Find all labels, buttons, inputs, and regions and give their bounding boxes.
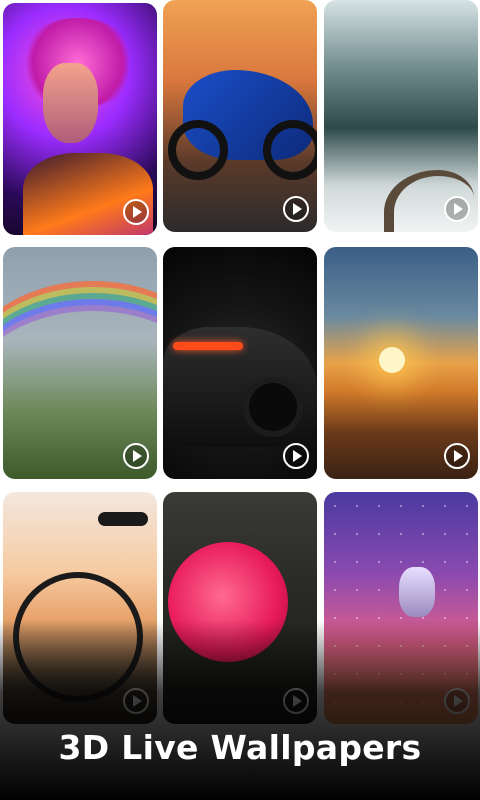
art-astronaut (399, 567, 435, 617)
art-face (43, 63, 98, 143)
footer-title: 3D Live Wallpapers (58, 728, 422, 767)
play-circle-icon[interactable] (444, 196, 470, 222)
wallpaper-tile-rainbow-rain[interactable] (3, 247, 157, 479)
art-wheel (168, 120, 228, 180)
wallpaper-tile-cyberpunk-girl[interactable] (3, 3, 157, 235)
play-circle-icon[interactable] (123, 199, 149, 225)
play-circle-icon[interactable] (283, 443, 309, 469)
art-wheel (263, 120, 317, 180)
wallpaper-tile-snow-forest[interactable] (324, 0, 478, 232)
play-circle-icon[interactable] (123, 443, 149, 469)
wallpaper-tile-sports-car[interactable] (163, 247, 317, 479)
play-circle-icon[interactable] (444, 443, 470, 469)
footer-gradient (0, 620, 480, 800)
art-seat (98, 512, 148, 526)
wallpaper-tile-motorcycle[interactable] (163, 0, 317, 232)
art-sun (379, 347, 405, 373)
wallpaper-tile-mountain-sunrise[interactable] (324, 247, 478, 479)
play-circle-icon[interactable] (283, 196, 309, 222)
art-tail-light (173, 342, 243, 350)
art-wheel (243, 377, 303, 437)
